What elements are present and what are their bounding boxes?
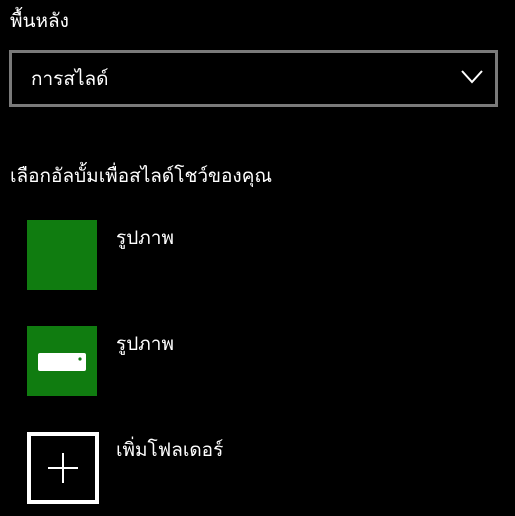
dropdown-selected-value: การสไลด์	[31, 68, 109, 90]
album-item-pictures-1[interactable]: รูปภาพ	[27, 220, 457, 290]
album-thumbnail	[27, 220, 97, 290]
add-folder-box	[27, 432, 99, 504]
drive-icon	[38, 353, 86, 371]
chevron-down-icon	[461, 70, 483, 84]
plus-icon	[48, 453, 78, 483]
background-label: พื้นหลัง	[10, 10, 69, 32]
album-item-label: รูปภาพ	[116, 227, 174, 249]
album-section-heading: เลือกอัลบั้มเพื่อสไลด์โชว์ของคุณ	[10, 165, 273, 187]
album-item-label: รูปภาพ	[116, 333, 174, 355]
add-folder-button[interactable]: เพิ่มโฟลเดอร์	[27, 432, 457, 504]
album-item-pictures-2[interactable]: รูปภาพ	[27, 326, 457, 396]
background-type-dropdown[interactable]: การสไลด์	[9, 50, 498, 107]
album-thumbnail	[27, 326, 97, 396]
add-folder-label: เพิ่มโฟลเดอร์	[116, 439, 224, 461]
